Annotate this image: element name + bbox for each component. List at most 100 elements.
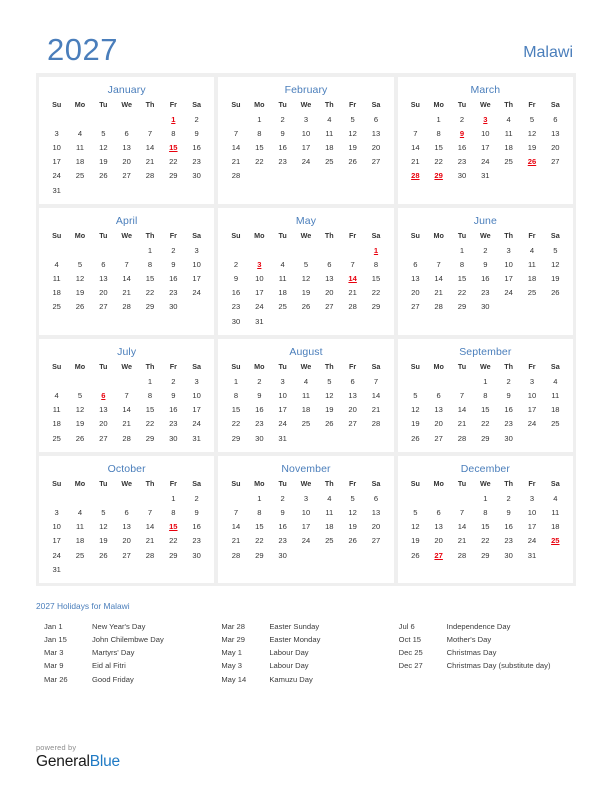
day-cell[interactable]: 17 [520, 403, 543, 417]
day-cell[interactable]: 5 [404, 505, 427, 519]
day-cell[interactable]: 9 [248, 388, 271, 402]
day-cell-holiday[interactable]: 15 [162, 140, 185, 154]
day-cell[interactable]: 2 [450, 112, 473, 126]
day-cell[interactable]: 10 [294, 126, 317, 140]
day-cell[interactable]: 3 [185, 243, 208, 257]
day-cell[interactable]: 24 [271, 417, 294, 431]
day-cell[interactable]: 4 [294, 374, 317, 388]
day-cell[interactable]: 14 [115, 403, 138, 417]
day-cell[interactable]: 1 [138, 243, 161, 257]
day-cell[interactable]: 31 [45, 183, 68, 197]
day-cell[interactable]: 4 [68, 126, 91, 140]
day-cell[interactable]: 5 [404, 388, 427, 402]
day-cell[interactable]: 25 [294, 417, 317, 431]
day-cell[interactable]: 20 [115, 155, 138, 169]
day-cell[interactable]: 1 [427, 112, 450, 126]
day-cell-holiday[interactable]: 14 [341, 272, 364, 286]
day-cell[interactable]: 30 [185, 548, 208, 562]
day-cell[interactable]: 24 [45, 548, 68, 562]
day-cell[interactable]: 8 [450, 257, 473, 271]
day-cell[interactable]: 1 [138, 374, 161, 388]
day-cell[interactable]: 15 [474, 520, 497, 534]
day-cell[interactable]: 2 [185, 112, 208, 126]
day-cell[interactable]: 12 [544, 257, 567, 271]
day-cell[interactable]: 27 [404, 300, 427, 314]
day-cell[interactable]: 5 [341, 491, 364, 505]
day-cell[interactable]: 18 [45, 417, 68, 431]
day-cell[interactable]: 7 [341, 257, 364, 271]
day-cell[interactable]: 5 [341, 112, 364, 126]
day-cell[interactable]: 28 [450, 548, 473, 562]
day-cell[interactable]: 4 [271, 257, 294, 271]
day-cell[interactable]: 8 [427, 126, 450, 140]
day-cell[interactable]: 14 [138, 520, 161, 534]
day-cell[interactable]: 19 [520, 140, 543, 154]
day-cell[interactable]: 16 [474, 272, 497, 286]
day-cell[interactable]: 16 [271, 520, 294, 534]
day-cell[interactable]: 8 [474, 388, 497, 402]
day-cell[interactable]: 22 [138, 286, 161, 300]
day-cell[interactable]: 2 [162, 374, 185, 388]
day-cell[interactable]: 12 [294, 272, 317, 286]
day-cell[interactable]: 28 [115, 300, 138, 314]
day-cell[interactable]: 2 [271, 491, 294, 505]
day-cell[interactable]: 26 [92, 548, 115, 562]
day-cell[interactable]: 16 [162, 272, 185, 286]
day-cell[interactable]: 25 [318, 155, 341, 169]
day-cell[interactable]: 12 [68, 272, 91, 286]
day-cell[interactable]: 19 [92, 155, 115, 169]
day-cell[interactable]: 12 [520, 126, 543, 140]
day-cell[interactable]: 8 [364, 257, 387, 271]
day-cell[interactable]: 6 [427, 505, 450, 519]
day-cell[interactable]: 16 [185, 520, 208, 534]
day-cell[interactable]: 20 [427, 417, 450, 431]
day-cell[interactable]: 31 [185, 431, 208, 445]
day-cell[interactable]: 10 [271, 388, 294, 402]
day-cell[interactable]: 18 [45, 286, 68, 300]
day-cell[interactable]: 15 [138, 403, 161, 417]
day-cell[interactable]: 4 [45, 388, 68, 402]
day-cell[interactable]: 21 [138, 534, 161, 548]
day-cell-holiday[interactable]: 1 [364, 243, 387, 257]
day-cell[interactable]: 14 [427, 272, 450, 286]
day-cell[interactable]: 18 [318, 520, 341, 534]
day-cell[interactable]: 11 [497, 126, 520, 140]
day-cell[interactable]: 6 [115, 126, 138, 140]
day-cell[interactable]: 28 [115, 431, 138, 445]
day-cell[interactable]: 29 [248, 548, 271, 562]
day-cell[interactable]: 21 [450, 534, 473, 548]
day-cell[interactable]: 27 [115, 169, 138, 183]
day-cell[interactable]: 27 [427, 431, 450, 445]
day-cell[interactable]: 25 [68, 169, 91, 183]
day-cell[interactable]: 9 [497, 388, 520, 402]
day-cell[interactable]: 27 [115, 548, 138, 562]
day-cell[interactable]: 12 [404, 403, 427, 417]
day-cell[interactable]: 9 [224, 272, 247, 286]
day-cell[interactable]: 3 [294, 112, 317, 126]
day-cell[interactable]: 20 [404, 286, 427, 300]
day-cell[interactable]: 24 [248, 300, 271, 314]
day-cell[interactable]: 22 [427, 155, 450, 169]
day-cell[interactable]: 15 [474, 403, 497, 417]
day-cell[interactable]: 8 [224, 388, 247, 402]
day-cell[interactable]: 28 [364, 417, 387, 431]
day-cell[interactable]: 8 [162, 505, 185, 519]
day-cell[interactable]: 26 [294, 300, 317, 314]
day-cell[interactable]: 28 [138, 548, 161, 562]
day-cell-holiday[interactable]: 28 [404, 169, 427, 183]
day-cell[interactable]: 21 [450, 417, 473, 431]
day-cell[interactable]: 31 [520, 548, 543, 562]
day-cell[interactable]: 3 [45, 126, 68, 140]
day-cell[interactable]: 17 [271, 403, 294, 417]
day-cell[interactable]: 13 [427, 403, 450, 417]
day-cell[interactable]: 11 [318, 505, 341, 519]
day-cell[interactable]: 29 [162, 169, 185, 183]
day-cell[interactable]: 9 [497, 505, 520, 519]
day-cell[interactable]: 27 [544, 155, 567, 169]
day-cell[interactable]: 20 [427, 534, 450, 548]
day-cell[interactable]: 25 [544, 417, 567, 431]
day-cell[interactable]: 13 [544, 126, 567, 140]
day-cell[interactable]: 15 [364, 272, 387, 286]
day-cell[interactable]: 16 [162, 403, 185, 417]
day-cell[interactable]: 1 [224, 374, 247, 388]
